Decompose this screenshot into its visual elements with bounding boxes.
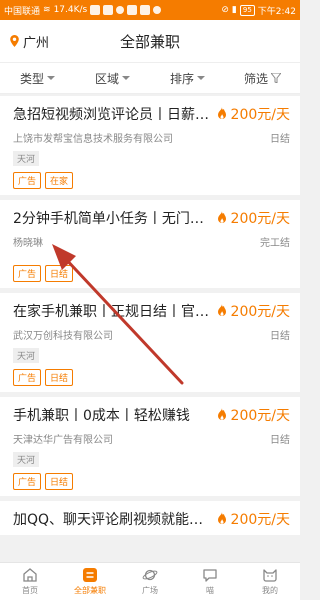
location-pin-icon bbox=[10, 35, 19, 47]
clock: 下午2:42 bbox=[257, 6, 296, 17]
tab-label: 首页 bbox=[22, 586, 38, 595]
filter-label: 筛选 bbox=[243, 71, 268, 86]
signal-icon: ▮ bbox=[231, 5, 237, 15]
job-company: 上饶市发帮宝信息技术服务有限公司 bbox=[13, 134, 173, 145]
job-card[interactable]: 急招短视频浏览评论员丨日薪20... 200元/天 上饶市发帮宝信息技术服务有限… bbox=[0, 96, 300, 195]
job-price: 200元/天 bbox=[230, 107, 290, 123]
tab-label: 全部兼职 bbox=[74, 586, 106, 595]
job-card[interactable]: 2分钟手机简单小任务丨无门槛... 200元/天 杨晓琳 完工结 广告 日结 bbox=[0, 200, 300, 288]
battery-level: 95 bbox=[239, 4, 255, 16]
job-company: 杨晓琳 bbox=[13, 238, 43, 249]
job-price: 200元/天 bbox=[230, 304, 290, 320]
job-list: 急招短视频浏览评论员丨日薪20... 200元/天 上饶市发帮宝信息技术服务有限… bbox=[0, 96, 300, 562]
hot-flame-icon bbox=[217, 408, 226, 420]
home-icon bbox=[23, 568, 37, 582]
job-tag: 日结 bbox=[45, 473, 74, 490]
job-card[interactable]: 在家手机兼职丨正规日结丨官方... 200元/天 武汉万创科技有限公司 日结 天… bbox=[0, 293, 300, 392]
planet-icon bbox=[142, 569, 158, 581]
job-title: 加QQ、聊天评论刷视频就能挣... bbox=[13, 512, 212, 528]
job-card[interactable]: 手机兼职丨0成本丨轻松赚钱 200元/天 天津达华广告有限公司 日结 天河 广告… bbox=[0, 397, 300, 496]
filter-area[interactable]: 区域 bbox=[75, 70, 150, 87]
job-tag: 日结 bbox=[45, 265, 74, 282]
tab-mine[interactable]: 我的 bbox=[240, 563, 300, 600]
tab-all-jobs[interactable]: 全部兼职 bbox=[60, 563, 120, 600]
wifi-icon: ≋ bbox=[43, 5, 51, 15]
tab-label: 喵 bbox=[206, 586, 214, 595]
app-notification-icon bbox=[127, 5, 138, 15]
mute-icon: ⊘ bbox=[221, 5, 229, 15]
cat-icon bbox=[263, 569, 277, 582]
job-company: 天津达华广告有限公司 bbox=[13, 435, 113, 446]
tab-meow[interactable]: 喵 bbox=[180, 563, 240, 600]
filter-label: 排序 bbox=[169, 71, 194, 86]
job-tag: 广告 bbox=[13, 265, 42, 282]
filter-label: 区域 bbox=[94, 71, 119, 86]
job-tag: 在家 bbox=[45, 172, 74, 189]
funnel-icon bbox=[271, 73, 281, 83]
job-price: 200元/天 bbox=[230, 408, 290, 424]
job-card[interactable]: 加QQ、聊天评论刷视频就能挣... 200元/天 bbox=[0, 501, 300, 535]
filter-label: 类型 bbox=[19, 71, 44, 86]
tab-square[interactable]: 广场 bbox=[120, 563, 180, 600]
job-title: 手机兼职丨0成本丨轻松赚钱 bbox=[13, 408, 190, 424]
tab-label: 我的 bbox=[262, 586, 278, 595]
bottom-tab-bar: 首页 全部兼职 广场 喵 我的 bbox=[0, 562, 300, 600]
job-settlement: 日结 bbox=[270, 435, 290, 446]
job-company: 武汉万创科技有限公司 bbox=[13, 331, 113, 342]
hot-flame-icon bbox=[217, 512, 226, 524]
network-speed: 17.4K/s bbox=[53, 5, 88, 15]
app-notification-icon bbox=[140, 5, 151, 15]
hot-flame-icon bbox=[217, 304, 226, 316]
job-price: 200元/天 bbox=[230, 512, 290, 528]
chat-icon bbox=[203, 569, 217, 582]
app-notification-icon bbox=[116, 6, 125, 14]
job-settlement: 日结 bbox=[270, 134, 290, 145]
job-title: 急招短视频浏览评论员丨日薪20... bbox=[13, 107, 212, 123]
caret-down-icon bbox=[197, 76, 205, 80]
hot-flame-icon bbox=[217, 107, 226, 119]
filter-sort[interactable]: 排序 bbox=[150, 70, 225, 87]
job-title: 在家手机兼职丨正规日结丨官方... bbox=[13, 304, 212, 320]
app-notification-icon bbox=[153, 6, 162, 14]
job-location: 天河 bbox=[13, 151, 40, 166]
app-notification-icon bbox=[103, 5, 114, 15]
carrier-label: 中国联通 bbox=[4, 6, 41, 17]
job-tag: 广告 bbox=[13, 172, 42, 189]
status-bar: 中国联通 ≋ 17.4K/s ⊘ ▮ 95 下午2:42 bbox=[0, 0, 300, 20]
tab-label: 广场 bbox=[142, 586, 158, 595]
job-tag: 广告 bbox=[13, 369, 42, 386]
city-label: 广州 bbox=[23, 35, 50, 51]
job-price: 200元/天 bbox=[230, 211, 290, 227]
city-selector[interactable]: 广州 bbox=[10, 32, 49, 51]
job-location: 天河 bbox=[13, 452, 40, 467]
caret-down-icon bbox=[122, 76, 130, 80]
filter-type[interactable]: 类型 bbox=[0, 70, 75, 87]
job-settlement: 日结 bbox=[270, 331, 290, 342]
hot-flame-icon bbox=[217, 211, 226, 223]
job-title: 2分钟手机简单小任务丨无门槛... bbox=[13, 211, 212, 227]
filter-more[interactable]: 筛选 bbox=[225, 70, 300, 87]
job-tag: 日结 bbox=[45, 369, 74, 386]
app-notification-icon bbox=[90, 5, 101, 15]
filter-bar: 类型 区域 排序 筛选 bbox=[0, 62, 300, 94]
top-header: 广州 全部兼职 bbox=[0, 20, 300, 62]
job-settlement: 完工结 bbox=[260, 238, 290, 249]
list-icon bbox=[83, 568, 97, 582]
job-tag: 广告 bbox=[13, 473, 42, 490]
tab-home[interactable]: 首页 bbox=[0, 563, 60, 600]
caret-down-icon bbox=[47, 76, 55, 80]
job-location: 天河 bbox=[13, 348, 40, 363]
